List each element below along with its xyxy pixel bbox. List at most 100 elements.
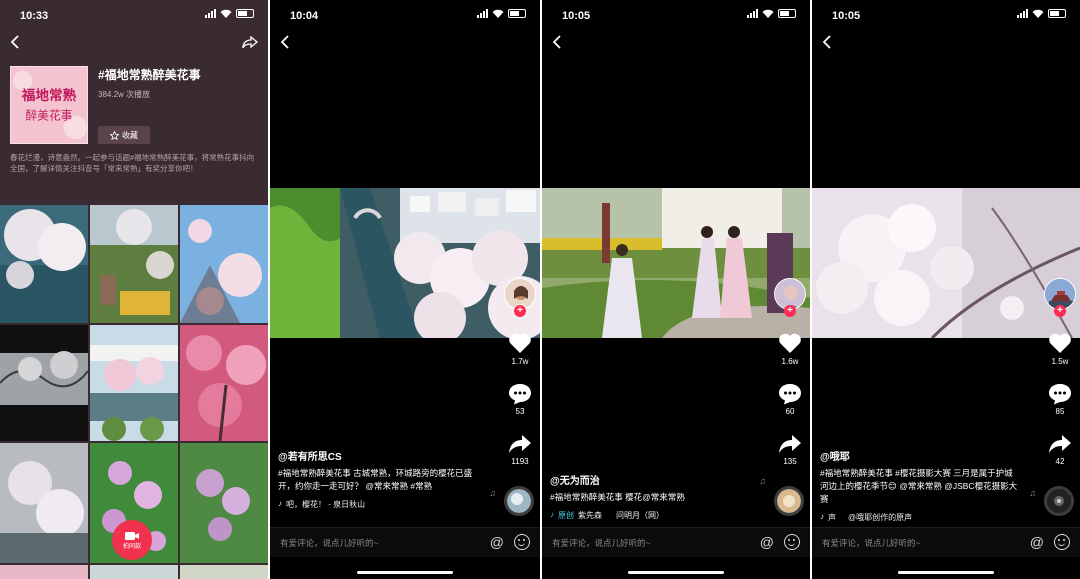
like-count: 1.7w	[511, 357, 529, 366]
topic-plays: 384.2w 次播放	[98, 90, 151, 99]
back-arrow-icon[interactable]	[278, 34, 294, 50]
heart-icon[interactable]	[778, 332, 802, 354]
follow-button[interactable]: +	[784, 305, 796, 317]
author-handle[interactable]: @若有所思CS	[278, 448, 478, 463]
follow-button[interactable]: +	[514, 305, 526, 317]
shoot-label: 拍同款	[122, 543, 141, 550]
grid-video-5[interactable]	[90, 325, 178, 441]
battery-icon	[236, 9, 254, 18]
comment-input[interactable]: 有爱评论，说点儿好听的~	[552, 537, 650, 549]
mention-icon[interactable]: @	[760, 534, 774, 550]
emoji-icon[interactable]	[514, 534, 530, 550]
home-indicator	[628, 571, 724, 574]
star-icon	[110, 130, 119, 140]
camera-icon	[125, 531, 139, 540]
music-title: @哦耶创作的原声	[848, 513, 913, 522]
video-caption-block: @哦耶 #福地常熟醉美花事 #樱花摄影大赛 三月是属于护城河边上的樱花季节😊 @…	[820, 448, 1020, 523]
shoot-same-button[interactable]: 拍同款	[112, 520, 152, 560]
topic-description: 春花烂漫，诗意盎然。一起参与话题#福地常熟醉美花事，将常熟花事抖向全国，了解详情…	[10, 153, 255, 173]
back-arrow-icon[interactable]	[8, 34, 24, 50]
grid-video-9[interactable]	[180, 443, 268, 563]
grid-video-4[interactable]	[0, 325, 88, 441]
status-time: 10:04	[290, 10, 319, 22]
emoji-icon[interactable]	[1054, 534, 1070, 550]
grid-video-3[interactable]	[180, 205, 268, 323]
forward-arrow-icon[interactable]	[508, 433, 532, 455]
grid-video-11[interactable]	[90, 565, 178, 579]
wifi-icon	[492, 9, 504, 18]
wifi-icon	[1032, 9, 1044, 18]
wifi-icon	[220, 9, 232, 18]
status-bar: 10:05	[812, 0, 1080, 30]
music-disc[interactable]	[774, 486, 804, 516]
video-player[interactable]	[812, 188, 1080, 338]
emoji-icon[interactable]	[784, 534, 800, 550]
topic-title: #福地常熟醉美花事	[98, 68, 201, 82]
author-handle[interactable]: @哦耶	[820, 448, 1020, 463]
forward-arrow-icon[interactable]	[778, 433, 802, 455]
grid-video-6[interactable]	[180, 325, 268, 441]
comment-count: 53	[515, 407, 525, 416]
comment-bar[interactable]: 有爱评论，说点儿好听的~ @	[270, 527, 540, 557]
video-caption: #福地常熟醉美花事 古城常熟，环城路旁的樱花已盛开，约你走一走可好？ @常来常熟…	[278, 468, 473, 491]
video-screen-3: 10:05 + 1.5w 85 42 @哦耶 #福地常熟醉美花事 #樱花摄影大赛…	[812, 0, 1080, 579]
topic-screen: 10:33 福地常熟 醉美花事 #福地常熟醉美花事 384.2w 次播放 收藏 …	[0, 0, 268, 579]
comment-icon[interactable]	[778, 383, 802, 405]
comment-input[interactable]: 有爱评论，说点儿好听的~	[822, 537, 920, 549]
music-note-icon: ♫	[1029, 488, 1036, 498]
video-frame-canal	[270, 188, 540, 338]
video-caption: #福地常熟醉美花事 樱花@常来常熟	[550, 492, 685, 502]
status-bar: 10:05	[542, 0, 810, 30]
topic-cover-art: 福地常熟 醉美花事	[11, 67, 87, 143]
music-row[interactable]: ♪ 声 @哦耶创作的原声	[820, 512, 1020, 523]
comment-icon[interactable]	[1048, 383, 1072, 405]
comment-count: 85	[1055, 407, 1065, 416]
grid-video-12[interactable]	[180, 565, 268, 579]
forward-arrow-icon[interactable]	[1048, 433, 1072, 455]
music-note-icon: ♫	[489, 488, 496, 498]
mention-icon[interactable]: @	[490, 534, 504, 550]
music-disc[interactable]	[1044, 486, 1074, 516]
grid-video-7[interactable]	[0, 443, 88, 563]
mention-icon[interactable]: @	[1030, 534, 1044, 550]
favorite-button[interactable]: 收藏	[98, 126, 150, 144]
status-bar: 10:04	[270, 0, 540, 30]
signal-icon	[747, 9, 758, 18]
heart-icon[interactable]	[1048, 332, 1072, 354]
follow-button[interactable]: +	[1054, 305, 1066, 317]
status-time: 10:05	[832, 10, 861, 22]
comment-count: 60	[785, 407, 795, 416]
comment-bar[interactable]: 有爱评论，说点儿好听的~ @	[812, 527, 1080, 557]
share-count: 42	[1055, 457, 1065, 466]
music-row[interactable]: ♪ 原创 紫先森 问明月（网）	[550, 510, 750, 521]
favorite-label: 收藏	[122, 130, 138, 140]
battery-icon	[778, 9, 796, 18]
back-arrow-icon[interactable]	[550, 34, 566, 50]
author-handle[interactable]: @无为而治	[550, 472, 750, 487]
heart-icon[interactable]	[508, 332, 532, 354]
music-row[interactable]: ♪ 吧，樱花！ - 泉日秋山	[278, 499, 478, 510]
comment-input[interactable]: 有爱评论，说点儿好听的~	[280, 537, 378, 549]
status-icons	[205, 9, 254, 18]
music-title: 紫先森	[578, 511, 602, 520]
video-player[interactable]	[542, 188, 810, 338]
grid-video-2[interactable]	[90, 205, 178, 323]
music-disc[interactable]	[504, 486, 534, 516]
back-arrow-icon[interactable]	[820, 34, 836, 50]
grid-video-10[interactable]	[0, 565, 88, 579]
comment-bar[interactable]: 有爱评论，说点儿好听的~ @	[542, 527, 810, 557]
svg-text:福地常熟: 福地常熟	[21, 87, 77, 104]
status-icons	[477, 9, 526, 18]
music-original-tag: 原创	[558, 511, 574, 520]
video-player[interactable]	[270, 188, 540, 338]
screenshot-strip: 10:33 福地常熟 醉美花事 #福地常熟醉美花事 384.2w 次播放 收藏 …	[0, 0, 1080, 579]
signal-icon	[1017, 9, 1028, 18]
share-count: 135	[783, 457, 797, 466]
music-note-icon: ♪	[278, 499, 282, 508]
share-icon[interactable]	[242, 34, 258, 50]
status-time: 10:05	[562, 10, 591, 22]
music-note-icon: ♪	[550, 510, 554, 519]
comment-icon[interactable]	[508, 383, 532, 405]
music-title: 吧，樱花！ - 泉日秋山	[286, 500, 366, 509]
grid-video-1[interactable]	[0, 205, 88, 323]
